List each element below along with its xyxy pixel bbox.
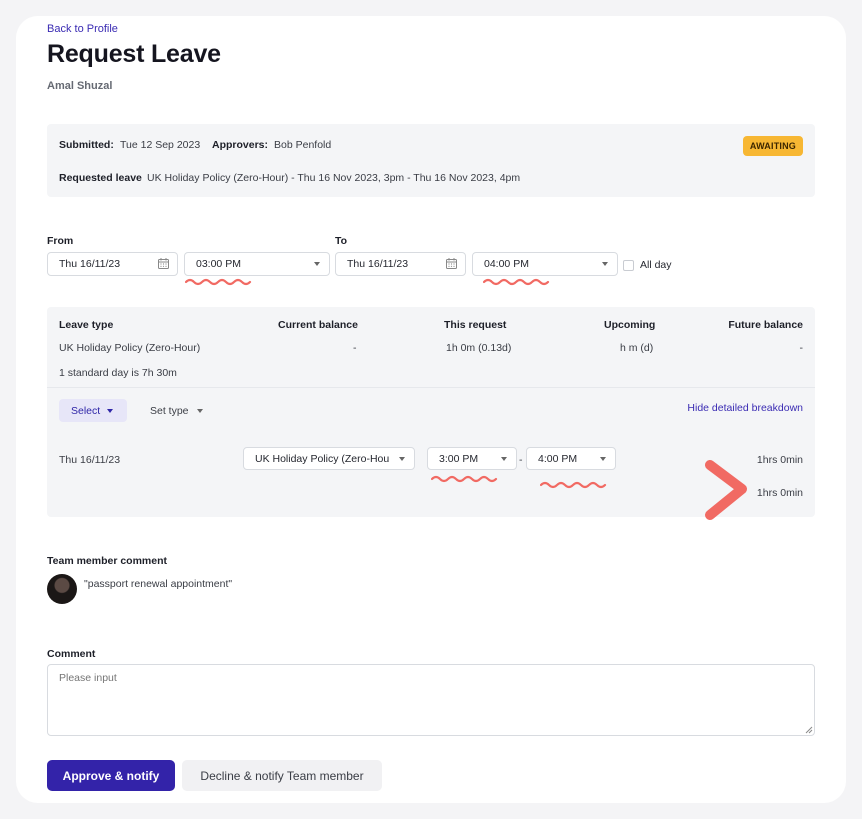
- detail-start-time-value: 3:00 PM: [439, 452, 479, 465]
- resize-grip-icon[interactable]: [805, 726, 813, 734]
- requested-leave-value: UK Holiday Policy (Zero-Hour) - Thu 16 N…: [147, 172, 521, 184]
- from-date-value: Thu 16/11/23: [59, 258, 121, 270]
- page-title: Request Leave: [47, 40, 221, 68]
- calendar-icon: [158, 258, 169, 269]
- col-future-balance: Future balance: [728, 319, 803, 331]
- decline-notify-button[interactable]: Decline & notify Team member: [182, 760, 382, 791]
- detail-start-time-select[interactable]: 3:00 PM: [427, 447, 517, 470]
- to-label: To: [335, 235, 348, 247]
- annotation-squiggle: [540, 481, 607, 489]
- comment-textarea[interactable]: [47, 664, 815, 736]
- approvers-label: Approvers:: [212, 139, 269, 151]
- detail-end-time-value: 4:00 PM: [538, 452, 578, 465]
- col-current-balance: Current balance: [278, 319, 358, 331]
- chevron-down-icon: [501, 457, 507, 461]
- detail-duration: 1hrs 0min: [756, 454, 803, 466]
- set-type-label: Set type: [150, 404, 189, 417]
- detail-total: 1hrs 0min: [756, 487, 803, 499]
- requested-leave-label: Requested leave: [59, 172, 142, 184]
- select-label: Select: [71, 404, 101, 417]
- col-this-request: This request: [444, 319, 507, 331]
- to-date-input[interactable]: Thu 16/11/23: [335, 252, 466, 276]
- calendar-icon: [446, 258, 457, 269]
- chevron-down-icon: [399, 457, 405, 461]
- row-upcoming: h m (d): [620, 342, 654, 354]
- team-comment-text: "passport renewal appointment": [84, 578, 233, 590]
- row-future-balance: -: [799, 342, 804, 354]
- detail-date: Thu 16/11/23: [59, 454, 121, 466]
- to-date-value: Thu 16/11/23: [347, 258, 409, 270]
- chevron-down-icon: [314, 262, 320, 266]
- row-this-request: 1h 0m (0.13d): [446, 342, 512, 354]
- annotation-squiggle: [431, 475, 498, 483]
- from-label: From: [47, 235, 74, 247]
- annotation-squiggle: [185, 278, 252, 286]
- approvers-value: Bob Penfold: [274, 139, 332, 151]
- from-date-input[interactable]: Thu 16/11/23: [47, 252, 178, 276]
- detail-policy-select[interactable]: UK Holiday Policy (Zero-Hou: [243, 447, 415, 470]
- detail-policy-value: UK Holiday Policy (Zero-Hou: [255, 452, 390, 465]
- time-separator: -: [519, 454, 523, 466]
- team-comment-label: Team member comment: [47, 555, 168, 567]
- from-time-value: 03:00 PM: [196, 258, 241, 270]
- col-leave-type: Leave type: [59, 319, 114, 331]
- approve-notify-button[interactable]: Approve & notify: [47, 760, 175, 791]
- col-upcoming: Upcoming: [604, 319, 656, 331]
- submitted-value: Tue 12 Sep 2023: [120, 139, 201, 151]
- set-type-dropdown-button[interactable]: Set type: [139, 399, 207, 422]
- comment-label: Comment: [47, 648, 96, 660]
- annotation-arrow-icon: [705, 460, 747, 520]
- standard-day-note: 1 standard day is 7h 30m: [59, 367, 177, 379]
- select-dropdown-button[interactable]: Select: [59, 399, 127, 422]
- caret-down-icon: [197, 409, 203, 413]
- row-current-balance: -: [353, 342, 357, 354]
- divider: [47, 387, 815, 388]
- all-day-checkbox[interactable]: [623, 260, 634, 271]
- chevron-down-icon: [600, 457, 606, 461]
- detail-end-time-select[interactable]: 4:00 PM: [526, 447, 616, 470]
- submitted-label: Submitted:: [59, 139, 114, 151]
- row-leave-type: UK Holiday Policy (Zero-Hour): [59, 342, 201, 354]
- employee-name: Amal Shuzal: [47, 80, 113, 92]
- chevron-down-icon: [602, 262, 608, 266]
- to-time-value: 04:00 PM: [484, 258, 529, 270]
- all-day-label: All day: [640, 259, 672, 271]
- leave-breakdown-panel: Leave type Current balance This request …: [47, 307, 815, 520]
- hide-breakdown-link[interactable]: Hide detailed breakdown: [687, 402, 803, 414]
- from-time-select[interactable]: 03:00 PM: [184, 252, 330, 276]
- avatar: [47, 574, 77, 604]
- request-summary: Submitted: Tue 12 Sep 2023 Approvers: Bo…: [47, 124, 815, 197]
- request-leave-card: Back to Profile Request Leave Amal Shuza…: [16, 16, 846, 803]
- status-badge: AWAITING: [742, 136, 803, 156]
- to-time-select[interactable]: 04:00 PM: [472, 252, 618, 276]
- back-to-profile-link[interactable]: Back to Profile: [47, 23, 118, 35]
- caret-down-icon: [107, 409, 113, 413]
- annotation-squiggle: [483, 278, 550, 286]
